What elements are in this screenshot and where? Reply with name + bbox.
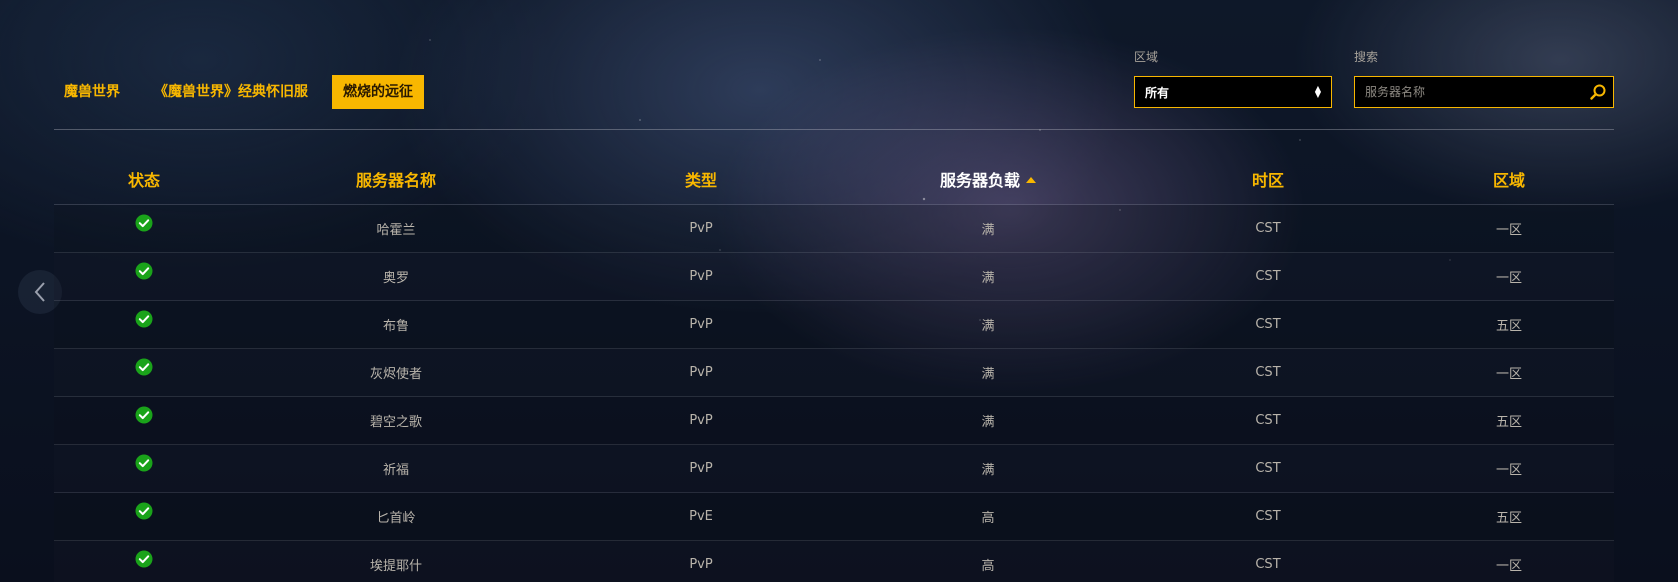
status-cell bbox=[54, 454, 234, 480]
server-table: 状态 服务器名称 类型 服务器负载 时区 区域 哈霍兰 PvP 满 CST 一区 奥罗 Pv… bbox=[54, 154, 1614, 582]
chevron-left-icon bbox=[34, 282, 45, 302]
search-label: 搜索 bbox=[1354, 50, 1379, 64]
online-check-icon bbox=[135, 358, 153, 375]
server-load: 满 bbox=[981, 367, 995, 382]
search-input[interactable] bbox=[1355, 77, 1583, 107]
column-header-region[interactable]: 区域 bbox=[1404, 167, 1614, 191]
server-type: PvP bbox=[689, 461, 713, 476]
server-region: 一区 bbox=[1495, 271, 1522, 286]
search-button[interactable] bbox=[1583, 77, 1613, 107]
server-type: PvP bbox=[689, 413, 713, 428]
server-region: 一区 bbox=[1495, 559, 1522, 574]
server-timezone: CST bbox=[1255, 221, 1281, 236]
server-timezone: CST bbox=[1255, 461, 1281, 476]
table-row[interactable]: 匕首岭 PvE 高 CST 五区 bbox=[54, 493, 1614, 541]
server-load: 满 bbox=[981, 319, 995, 334]
server-type: PvP bbox=[689, 221, 713, 236]
online-check-icon bbox=[135, 310, 153, 327]
server-type: PvP bbox=[689, 365, 713, 380]
game-tabs: 魔兽世界 《魔兽世界》经典怀旧服 燃烧的远征 bbox=[54, 75, 438, 109]
server-type: PvP bbox=[689, 557, 713, 572]
server-region: 一区 bbox=[1495, 463, 1522, 478]
online-check-icon bbox=[135, 550, 153, 567]
column-header-type[interactable]: 类型 bbox=[558, 167, 844, 191]
column-header-timezone[interactable]: 时区 bbox=[1132, 167, 1404, 191]
tab-wow-classic[interactable]: 《魔兽世界》经典怀旧服 bbox=[144, 75, 318, 109]
column-header-status[interactable]: 状态 bbox=[54, 167, 234, 191]
status-cell bbox=[54, 502, 234, 528]
server-type: PvE bbox=[689, 509, 713, 524]
status-cell bbox=[54, 406, 234, 432]
server-name: 布鲁 bbox=[382, 319, 409, 334]
tab-burning-crusade[interactable]: 燃烧的远征 bbox=[332, 75, 424, 109]
table-row[interactable]: 祈福 PvP 满 CST 一区 bbox=[54, 445, 1614, 493]
server-timezone: CST bbox=[1255, 269, 1281, 284]
table-row[interactable]: 哈霍兰 PvP 满 CST 一区 bbox=[54, 205, 1614, 253]
server-type: PvP bbox=[689, 317, 713, 332]
table-row[interactable]: 碧空之歌 PvP 满 CST 五区 bbox=[54, 397, 1614, 445]
server-name: 匕首岭 bbox=[376, 511, 416, 526]
table-row[interactable]: 埃提耶什 PvP 高 CST 一区 bbox=[54, 541, 1614, 582]
search-icon bbox=[1590, 84, 1606, 100]
server-region: 一区 bbox=[1495, 367, 1522, 382]
server-name: 灰烬使者 bbox=[369, 367, 422, 382]
server-type: PvP bbox=[689, 269, 713, 284]
server-load: 高 bbox=[981, 511, 995, 526]
status-cell bbox=[54, 550, 234, 576]
header-divider bbox=[54, 129, 1614, 130]
server-name: 埃提耶什 bbox=[369, 559, 422, 574]
server-load: 满 bbox=[981, 415, 995, 430]
region-select-value: 所有 bbox=[1145, 85, 1170, 100]
search-box bbox=[1354, 76, 1614, 108]
online-check-icon bbox=[135, 406, 153, 423]
server-name: 祈福 bbox=[382, 463, 409, 478]
table-row[interactable]: 布鲁 PvP 满 CST 五区 bbox=[54, 301, 1614, 349]
server-load: 满 bbox=[981, 223, 995, 238]
server-timezone: CST bbox=[1255, 365, 1281, 380]
table-row[interactable]: 奥罗 PvP 满 CST 一区 bbox=[54, 253, 1614, 301]
server-timezone: CST bbox=[1255, 557, 1281, 572]
server-name: 碧空之歌 bbox=[369, 415, 422, 430]
region-select[interactable]: 所有 ▲ ▼ bbox=[1134, 76, 1332, 108]
server-timezone: CST bbox=[1255, 509, 1281, 524]
server-name: 奥罗 bbox=[382, 271, 409, 286]
status-cell bbox=[54, 262, 234, 288]
select-arrows-icon: ▲ ▼ bbox=[1314, 84, 1321, 99]
server-region: 五区 bbox=[1495, 415, 1522, 430]
table-body: 哈霍兰 PvP 满 CST 一区 奥罗 PvP 满 CST 一区 布鲁 PvP 满 CST 五区 灰烬使者 Pv… bbox=[54, 205, 1614, 582]
tab-wow[interactable]: 魔兽世界 bbox=[54, 75, 130, 109]
server-timezone: CST bbox=[1255, 317, 1281, 332]
table-row[interactable]: 灰烬使者 PvP 满 CST 一区 bbox=[54, 349, 1614, 397]
server-name: 哈霍兰 bbox=[376, 223, 416, 238]
server-load: 满 bbox=[981, 271, 995, 286]
sort-ascending-icon bbox=[1026, 176, 1036, 183]
online-check-icon bbox=[135, 262, 153, 279]
column-header-name[interactable]: 服务器名称 bbox=[234, 167, 558, 191]
online-check-icon bbox=[135, 502, 153, 519]
column-header-load-label: 服务器负载 bbox=[939, 171, 1020, 190]
server-region: 五区 bbox=[1495, 319, 1522, 334]
server-load: 高 bbox=[981, 559, 995, 574]
status-cell bbox=[54, 358, 234, 384]
region-filter-label: 区域 bbox=[1134, 50, 1159, 64]
online-check-icon bbox=[135, 214, 153, 231]
online-check-icon bbox=[135, 454, 153, 471]
column-header-load[interactable]: 服务器负载 bbox=[844, 167, 1132, 191]
status-cell bbox=[54, 214, 234, 240]
server-region: 一区 bbox=[1495, 223, 1522, 238]
table-header: 状态 服务器名称 类型 服务器负载 时区 区域 bbox=[54, 154, 1614, 205]
server-load: 满 bbox=[981, 463, 995, 478]
server-region: 五区 bbox=[1495, 511, 1522, 526]
status-cell bbox=[54, 310, 234, 336]
server-timezone: CST bbox=[1255, 413, 1281, 428]
